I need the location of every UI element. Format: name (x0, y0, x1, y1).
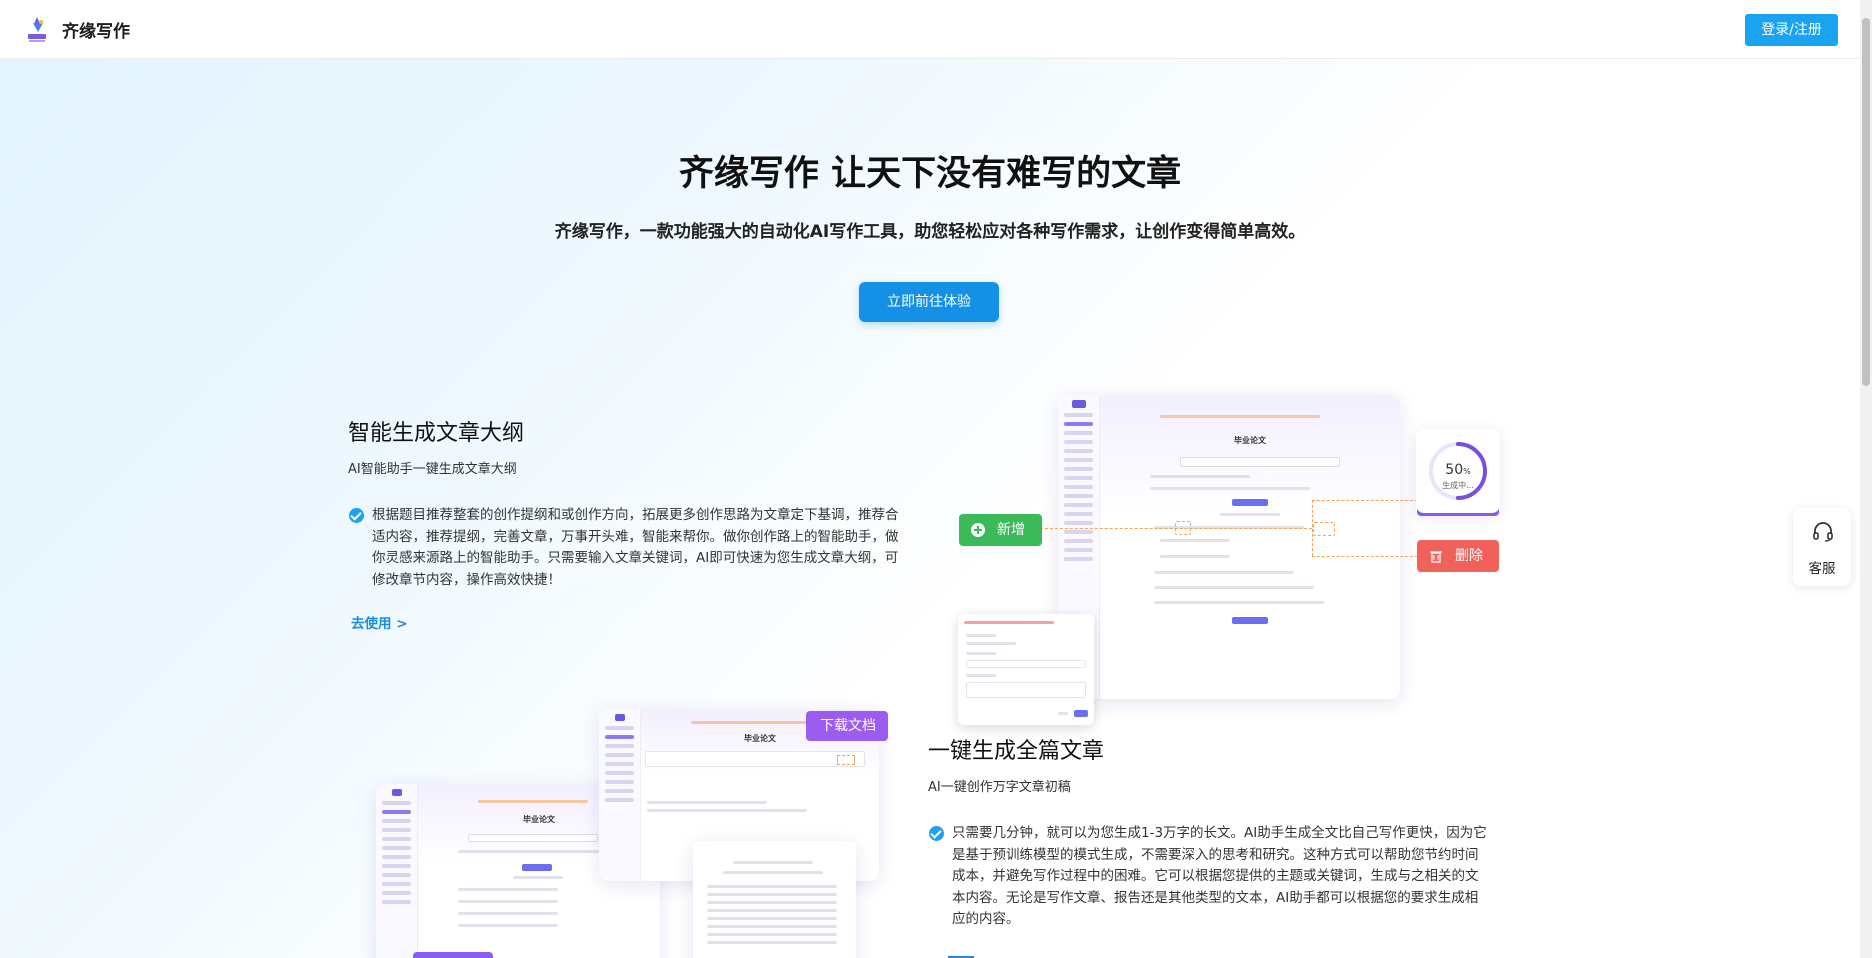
mockup-button-fragment (413, 952, 493, 958)
desc-line: 修改章节内容，操作高效快捷！ (372, 571, 561, 588)
feature-fulltext-subtitle: AI一键创作万字文章初稿 (928, 780, 1071, 795)
progress-value: 50% (1445, 462, 1471, 478)
top-header: 齐缘写作 登录/注册 (0, 0, 1860, 59)
trash-icon (1430, 551, 1442, 563)
scrollbar-thumb[interactable] (1862, 18, 1870, 386)
check-icon (349, 508, 364, 523)
add-label: 新增 (997, 522, 1025, 538)
desc-line: 成本，并避免写作过程中的困难。它可以根据您提供的主题或关键词，生成与之相关的文 (952, 868, 1479, 884)
outline-mockup-window: 毕业论文 (1058, 395, 1400, 699)
feature-fulltext-title: 一键生成全篇文章 (928, 739, 1105, 764)
plus-circle-icon (971, 523, 985, 537)
highlight-box (1175, 521, 1191, 535)
hero-subtitle: 齐缘写作，一款功能强大的自动化AI写作工具，助您轻松应对各种写作需求，让创作变得… (554, 222, 1306, 242)
desc-line: 你灵感来源路上的智能助手。只需要输入文章关键词，AI即可快速为您生成文章大纲，可 (372, 550, 899, 566)
download-label: 下载文档 (820, 718, 876, 734)
connector-line (1312, 500, 1418, 501)
mockup-doc-title: 毕业论文 (1234, 436, 1266, 445)
page-scrollbar[interactable] (1860, 0, 1872, 958)
feature-outline-title: 智能生成文章大纲 (348, 421, 525, 446)
customer-service-widget[interactable]: 客服 (1793, 508, 1851, 586)
check-icon (929, 826, 944, 841)
desc-line: 根据题目推荐整套的创作提纲和或创作方向，拓展更多创作思路为文章定下基调，推荐合 (372, 507, 899, 523)
main-content: 齐缘写作 让天下没有难写的文章 齐缘写作，一款功能强大的自动化AI写作工具，助您… (0, 59, 1860, 958)
brand-name[interactable]: 齐缘写作 (62, 17, 130, 42)
customer-service-label: 客服 (1808, 561, 1836, 577)
connector-line (1312, 556, 1418, 557)
add-button[interactable]: 新增 (959, 514, 1042, 546)
highlight-box (1313, 522, 1335, 536)
go-use-link[interactable]: 去使用 > (351, 612, 408, 632)
brand-logo[interactable] (24, 14, 50, 44)
delete-button[interactable]: 删除 (1417, 540, 1499, 572)
mockup-sidebar (599, 709, 641, 881)
document-preview-page (693, 841, 856, 958)
highlight-box (837, 755, 855, 765)
progress-status: 生成中... (1442, 481, 1474, 490)
delete-label: 删除 (1455, 548, 1483, 564)
mockup-sidebar (376, 784, 418, 958)
headset-icon (1813, 522, 1833, 542)
add-section-dialog (958, 614, 1094, 725)
download-document-button[interactable]: 下载文档 (806, 711, 888, 741)
connector-line (1030, 528, 1312, 529)
mockup-body: 毕业论文 (1100, 395, 1400, 699)
desc-line: 应的内容。 (952, 911, 1020, 927)
feature-fulltext-description: 只需要几分钟，就可以为您生成1-3万字的长文。AI助手生成全文比自己写作更快，因… (952, 823, 1512, 931)
generation-progress-card: 50% 生成中... (1416, 429, 1500, 513)
desc-line: 适内容，推荐提纲，完善文章，万事开头难，智能来帮你。做你创作路上的智能助手，做 (372, 528, 899, 545)
desc-line: 是基于预训练模型的模式生成，不需要深入的思考和研究。这种方式可以帮助您节约时间 (952, 846, 1479, 863)
try-now-button[interactable]: 立即前往体验 (859, 282, 999, 322)
login-register-button[interactable]: 登录/注册 (1745, 14, 1838, 46)
desc-line: 本内容。无论是写作文章、报告还是其他类型的文本，AI助手都可以根据您的要求生成相 (952, 889, 1479, 906)
hero-title: 齐缘写作 让天下没有难写的文章 (678, 154, 1182, 194)
desc-line: 只需要几分钟，就可以为您生成1-3万字的长文。AI助手生成全文比自己写作更快，因… (952, 825, 1487, 841)
feature-outline-description: 根据题目推荐整套的创作提纲和或创作方向，拓展更多创作思路为文章定下基调，推荐合 … (372, 505, 932, 591)
feature-outline-subtitle: AI智能助手一键生成文章大纲 (348, 462, 517, 477)
